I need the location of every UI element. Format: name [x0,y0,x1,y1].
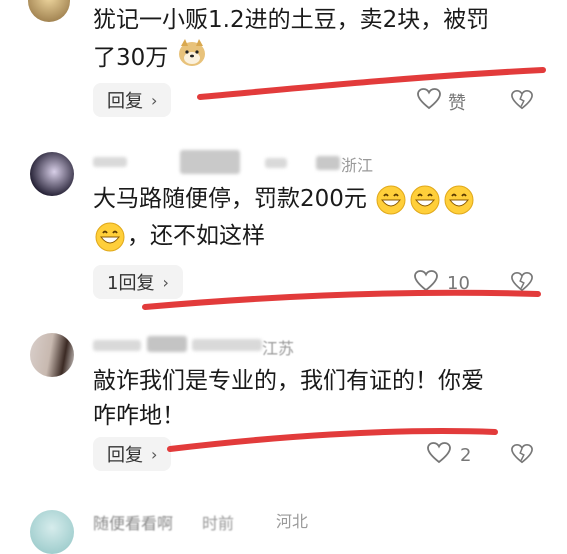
time-blurred [192,339,262,351]
reply-button[interactable]: 回复 › [93,437,172,471]
grinning-emoji-icon [444,185,474,215]
like-count: 2 [460,445,472,466]
heart-outline-icon [413,269,439,298]
time-blurred [265,158,287,168]
comment-text-line: 犹记一小贩1.2进的土豆，卖2块，被罚 [93,7,490,33]
broken-heart-icon[interactable] [510,271,534,297]
broken-heart-icon[interactable] [510,89,534,115]
username-blurred [147,336,187,352]
grinning-emoji-icon [376,185,406,215]
location-label: 江苏 [262,339,295,358]
like-button[interactable]: 10 [413,269,470,298]
like-button[interactable]: 2 [426,441,471,470]
chevron-right-icon: › [151,444,158,464]
like-button[interactable]: 赞 [416,87,466,116]
username-blurred[interactable] [93,155,153,169]
avatar[interactable] [28,0,70,22]
location-label: 浙江 [341,156,374,175]
doge-emoji-icon [176,38,208,79]
grinning-emoji-icon [95,222,125,252]
comment-text-line: 敲诈我们是专业的，我们有证的！你爱 [93,368,484,394]
username-label[interactable]: 随便看看啊 [93,510,173,534]
like-count: 10 [447,273,470,294]
chevron-right-icon: › [151,90,158,110]
avatar[interactable] [30,510,74,554]
comment-text-line: ，还不如这样 [93,218,265,254]
heart-outline-icon [416,87,442,116]
red-underline-stroke [142,289,541,310]
reply-label: 回复 [107,91,143,112]
comment-text-line: 咋咋地！ [93,403,185,429]
location-label: 河北 [276,512,309,531]
reply-label: 回复 [107,445,143,466]
reply-button[interactable]: 1回复 › [93,265,183,299]
broken-heart-icon[interactable] [510,443,534,469]
time-label: 时前 [202,514,235,533]
avatar[interactable] [30,333,74,377]
username-blurred [180,150,240,174]
chevron-right-icon: › [162,272,169,292]
red-underline-annotations [142,67,546,452]
username-blurred [93,340,141,351]
comment-text-line: 大马路随便停，罚款200元 [93,181,476,217]
time-blurred [316,156,340,170]
red-underline-stroke [197,67,546,100]
comment-text-line: 了30万 [93,38,208,79]
avatar[interactable] [30,152,74,196]
reply-label: 1回复 [107,273,155,294]
reply-button[interactable]: 回复 › [93,83,172,117]
grinning-emoji-icon [410,185,440,215]
heart-outline-icon [426,441,452,470]
like-label: 赞 [448,92,466,114]
